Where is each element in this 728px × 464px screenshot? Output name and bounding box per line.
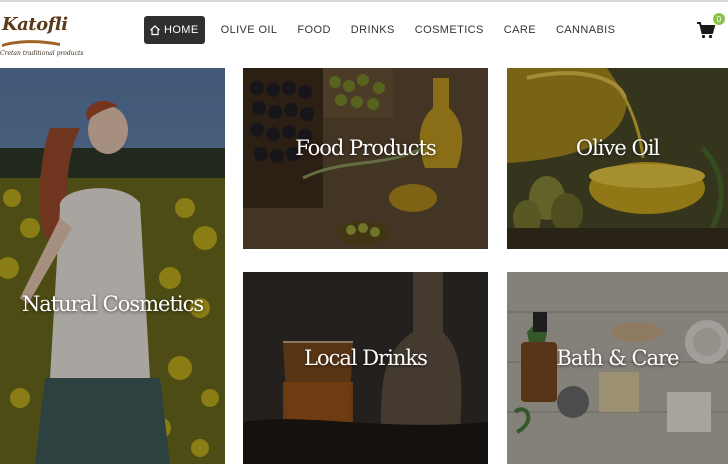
site-header: Katofli Cretan traditional products HOME… <box>0 2 728 68</box>
natural-cosmetics-label: Natural Cosmetics <box>21 292 204 316</box>
nav-cosmetics[interactable]: COSMETICS <box>405 16 494 44</box>
main-nav: HOME OLIVE OIL FOOD DRINKS COSMETICS CAR… <box>144 16 625 44</box>
nav-home[interactable]: HOME <box>144 16 205 44</box>
category-tile-olive-oil[interactable]: Olive Oil <box>507 68 728 249</box>
nav-drinks[interactable]: DRINKS <box>341 16 405 44</box>
category-tile-food-products[interactable]: Food Products <box>243 68 488 249</box>
logo-name: Katofli <box>2 14 68 35</box>
olive-oil-label: Olive Oil <box>575 136 660 160</box>
cart-count-badge: 0 <box>713 13 725 25</box>
home-icon <box>150 25 160 36</box>
category-tile-natural-cosmetics[interactable]: Natural Cosmetics <box>0 68 225 464</box>
shopping-cart-icon[interactable] <box>696 20 716 40</box>
nav-food[interactable]: FOOD <box>287 16 340 44</box>
bath-care-label: Bath & Care <box>556 346 679 370</box>
nav-care[interactable]: CARE <box>494 16 546 44</box>
local-drinks-label: Local Drinks <box>304 346 428 370</box>
category-tile-local-drinks[interactable]: Local Drinks <box>243 272 488 464</box>
nav-cannabis[interactable]: CANNABIS <box>546 16 625 44</box>
category-tile-bath-and-care[interactable]: Bath & Care <box>507 272 728 464</box>
nav-olive-oil[interactable]: OLIVE OIL <box>211 16 288 44</box>
site-logo[interactable]: Katofli Cretan traditional products <box>0 10 83 62</box>
logo-tagline: Cretan traditional products <box>0 50 84 57</box>
logo-swoosh-icon <box>2 40 60 47</box>
cosmetics-overlay <box>0 68 225 464</box>
food-products-label: Food Products <box>295 136 437 160</box>
nav-home-label: HOME <box>164 24 199 36</box>
